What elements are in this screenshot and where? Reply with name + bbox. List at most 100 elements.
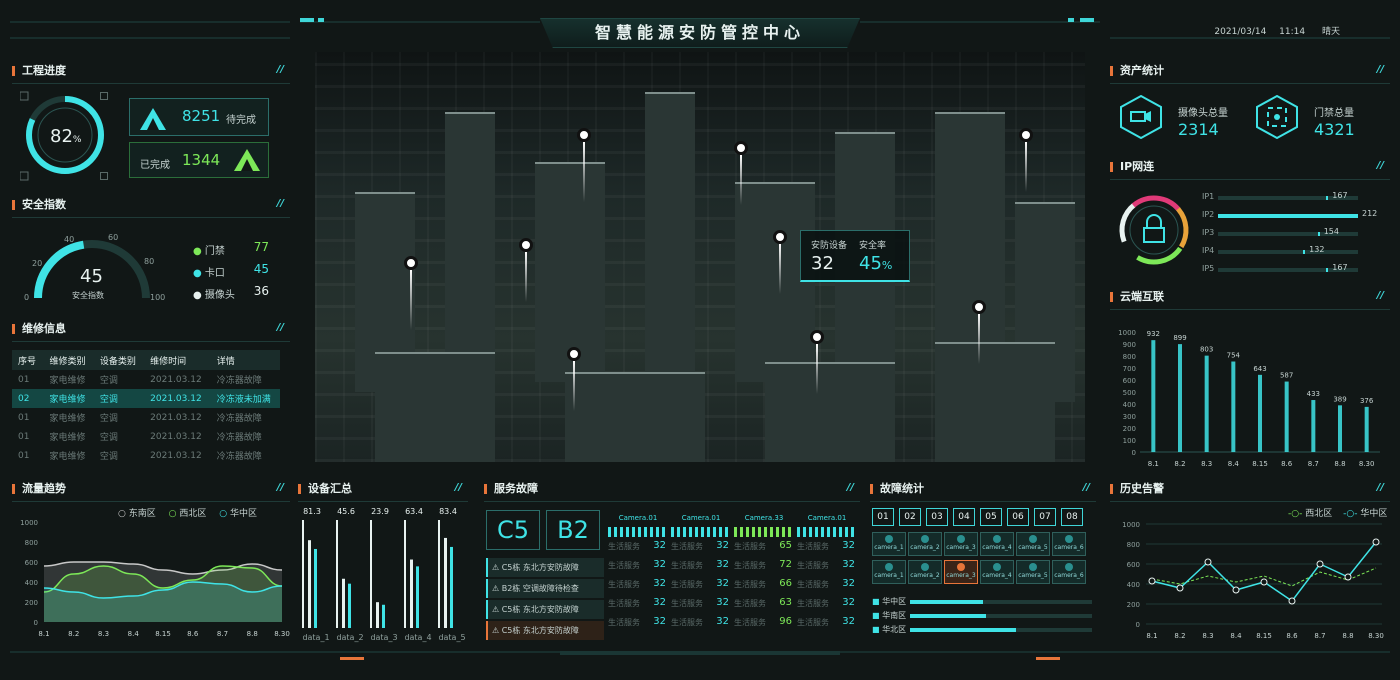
camera-tile[interactable]: camera_5: [1016, 532, 1050, 556]
camera-column: Camera.33 生活服务 65 生活服务 72 生活服务 66 生活服务 63 生活服务 96: [734, 506, 794, 636]
building-code-c5[interactable]: C5: [486, 510, 540, 550]
bar: [1338, 405, 1342, 452]
x-tick-label: 8.15: [155, 630, 171, 638]
y-tick-label: 900: [1123, 341, 1136, 349]
done-label: 已完成: [140, 160, 170, 171]
fault-tab[interactable]: 01: [872, 508, 894, 526]
service-cell: 生活服务 32: [797, 597, 857, 617]
signal-bars: [734, 527, 794, 537]
location-pin[interactable]: [773, 230, 787, 294]
table-row[interactable]: 01 家电维修 空调 2021.03.12 冷冻器故障: [12, 446, 280, 465]
table-cell: 空调: [99, 376, 118, 386]
location-pin[interactable]: [1019, 128, 1033, 192]
location-pin[interactable]: [404, 256, 418, 330]
safety-label: 安全指数: [72, 291, 104, 300]
service-grid: Camera.01 生活服务 32 生活服务 32 生活服务 32 生活服务 32 生活服务 32 C…: [608, 506, 860, 640]
ip-bar-fill: [1218, 232, 1320, 236]
camera-tile[interactable]: camera_4: [980, 560, 1014, 584]
location-pin[interactable]: [810, 330, 824, 394]
panel-head-flow: 流量趋势//: [12, 480, 290, 502]
camera-tile[interactable]: camera_2: [908, 560, 942, 584]
service-value: 32: [842, 578, 855, 589]
fault-tab[interactable]: 07: [1034, 508, 1056, 526]
y-tick-label: 500: [1123, 389, 1136, 397]
device-bar-chart: 81.3 data_1 45.6 data_2 23.9 data_3 63.4 data_4…: [302, 507, 466, 642]
alert-item[interactable]: ⚠ B2栋 空调故障待检查: [486, 579, 604, 598]
door-access-icon: [1256, 95, 1298, 139]
camera-tile[interactable]: camera_3: [944, 532, 978, 556]
table-cell: 空调: [99, 433, 118, 443]
ip-value: 154: [1323, 227, 1339, 236]
service-value: 32: [842, 559, 855, 570]
legend-label: 卡口: [204, 268, 225, 279]
table-row[interactable]: 01 家电维修 空调 2021.03.12 冷冻器故障: [12, 427, 280, 446]
table-row-selected[interactable]: 02 家电维修 空调 2021.03.12 冷冻液未加满: [12, 389, 280, 408]
table-cell: 空调: [99, 414, 118, 424]
bar-value-label: 803: [1200, 346, 1213, 354]
service-cell: 生活服务 63: [734, 597, 794, 617]
bar: [1178, 344, 1182, 452]
fault-tab[interactable]: 03: [926, 508, 948, 526]
service-cell: 生活服务 32: [797, 540, 857, 560]
camera-tile[interactable]: camera_2: [908, 532, 942, 556]
pending-card: 8251 待完成: [129, 98, 269, 136]
camera-tile[interactable]: camera_6: [1052, 560, 1086, 584]
y-tick-label: 800: [1127, 541, 1140, 549]
fault-tab[interactable]: 05: [980, 508, 1002, 526]
building: [935, 112, 1005, 372]
camera-tile[interactable]: camera_4: [980, 532, 1014, 556]
rate-unit: %: [881, 259, 893, 272]
page-title: 智慧能源安防管控中心: [540, 18, 860, 48]
fault-tab[interactable]: 08: [1061, 508, 1083, 526]
panel-title: 流量趋势: [22, 482, 66, 495]
service-value: 65: [779, 540, 792, 551]
bar-value-label: 376: [1360, 397, 1374, 405]
table-row[interactable]: 01 家电维修 空调 2021.03.12 冷冻器故障: [12, 370, 280, 389]
alert-item[interactable]: ⚠ C5栋 东北方安防故障: [486, 558, 604, 577]
data-point: [1344, 573, 1352, 581]
column-header: 维修类别: [43, 350, 94, 370]
city-map-view[interactable]: 安防设备 安全率 32 45%: [315, 52, 1085, 462]
fault-tab[interactable]: 04: [953, 508, 975, 526]
y-tick-label: 200: [25, 599, 38, 607]
camera-tile[interactable]: camera_1: [872, 532, 906, 556]
location-pin[interactable]: [567, 347, 581, 411]
service-label: 生活服务: [671, 618, 703, 627]
fault-tab[interactable]: 06: [1007, 508, 1029, 526]
building-code-b2[interactable]: B2: [546, 510, 600, 550]
panel-title: 资产统计: [1120, 64, 1164, 77]
camera-tile[interactable]: camera_6: [1052, 532, 1086, 556]
date-text: 2021/03/14: [1214, 27, 1267, 37]
camera-tile[interactable]: camera_1: [872, 560, 906, 584]
service-cell: 生活服务 32: [608, 540, 668, 560]
table-cell: 2021.03.12: [144, 389, 211, 408]
camera-tile[interactable]: camera_3: [944, 560, 978, 584]
location-pin[interactable]: [972, 300, 986, 364]
x-tick-label: 8.2: [1174, 632, 1185, 640]
building: [445, 112, 495, 372]
x-tick-label: 8.8: [1342, 632, 1353, 640]
region-row: ■ 华北区: [872, 624, 1096, 638]
alert-item[interactable]: ⚠ C5栋 东北方安防故障: [486, 621, 604, 640]
service-value: 32: [653, 578, 666, 589]
bar-value-label: 643: [1253, 365, 1266, 373]
x-tick-label: 8.2: [1174, 460, 1185, 468]
fault-tab[interactable]: 02: [899, 508, 921, 526]
location-pin[interactable]: [577, 128, 591, 202]
service-label: 生活服务: [671, 599, 703, 608]
x-tick-label: 8.3: [98, 630, 109, 638]
table-cell: 冷冻器故障: [216, 414, 262, 424]
location-pin[interactable]: [519, 238, 533, 302]
panel-title: 设备汇总: [308, 482, 352, 495]
triangle-icon: [234, 149, 260, 171]
alert-item[interactable]: ⚠ C5栋 东北方安防故障: [486, 600, 604, 619]
done-value: 1344: [182, 151, 221, 169]
bar: [1258, 374, 1262, 452]
camera-tile[interactable]: camera_5: [1016, 560, 1050, 584]
table-row[interactable]: 01 家电维修 空调 2021.03.12 冷冻器故障: [12, 408, 280, 427]
alert-text: C5栋 东北方安防故障: [501, 563, 579, 572]
location-pin[interactable]: [734, 141, 748, 205]
gauge-tick: 100: [150, 293, 165, 302]
service-value: 32: [716, 578, 729, 589]
table-cell: 01: [18, 431, 30, 442]
